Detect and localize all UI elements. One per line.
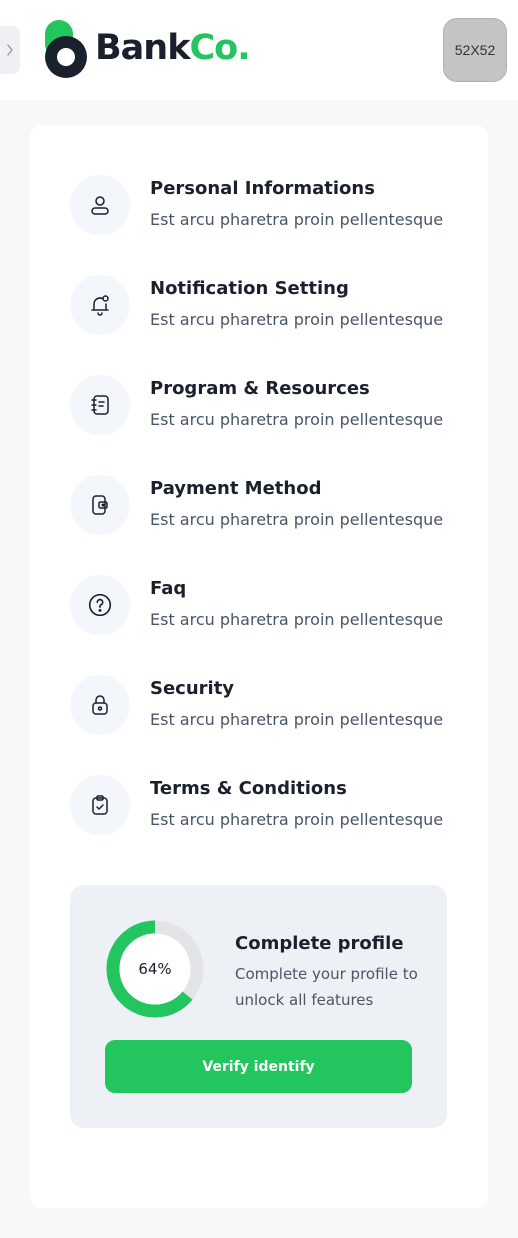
profile-title: Complete profile bbox=[235, 933, 404, 954]
menu-item-security[interactable]: Security Est arcu pharetra proin pellent… bbox=[70, 675, 470, 737]
menu-item-title: Notification Setting bbox=[150, 278, 349, 299]
profile-description: Complete your profile to unlock all feat… bbox=[235, 965, 418, 1009]
menu-item-description: Est arcu pharetra proin pellentesque bbox=[150, 310, 444, 329]
top-header: BankCo. 52X52 bbox=[0, 0, 518, 100]
menu-item-title: Faq bbox=[150, 578, 187, 599]
bell-icon bbox=[70, 275, 130, 335]
menu-item-title: Personal Informations bbox=[150, 178, 375, 199]
menu-item-title: Payment Method bbox=[150, 478, 322, 499]
profile-progress-label: 64% bbox=[138, 960, 172, 978]
bankco-logo[interactable]: BankCo. bbox=[45, 20, 251, 78]
menu-item-description: Est arcu pharetra proin pellentesque bbox=[150, 810, 444, 829]
avatar[interactable]: 52X52 bbox=[443, 18, 507, 82]
chevron-right-icon bbox=[7, 44, 13, 56]
logo-text-accent: Co. bbox=[189, 28, 251, 68]
notebook-icon bbox=[70, 375, 130, 435]
menu-item-personal-informations[interactable]: Personal Informations Est arcu pharetra … bbox=[70, 175, 470, 237]
clipboard-check-icon bbox=[70, 775, 130, 835]
menu-item-description: Est arcu pharetra proin pellentesque bbox=[150, 210, 444, 229]
logo-mark-icon bbox=[45, 20, 87, 78]
menu-item-description: Est arcu pharetra proin pellentesque bbox=[150, 710, 444, 729]
settings-card: Personal Informations Est arcu pharetra … bbox=[30, 125, 488, 1208]
menu-item-program-resources[interactable]: Program & Resources Est arcu pharetra pr… bbox=[70, 375, 470, 437]
menu-item-title: Program & Resources bbox=[150, 378, 370, 399]
menu-item-notification-setting[interactable]: Notification Setting Est arcu pharetra p… bbox=[70, 275, 470, 337]
menu-item-faq[interactable]: Faq Est arcu pharetra proin pellentesque bbox=[70, 575, 470, 637]
sidebar-toggle-button[interactable] bbox=[0, 26, 20, 74]
menu-item-description: Est arcu pharetra proin pellentesque bbox=[150, 510, 444, 529]
lock-icon bbox=[70, 675, 130, 735]
wallet-icon bbox=[70, 475, 130, 535]
logo-text: BankCo. bbox=[95, 28, 251, 68]
menu-item-title: Terms & Conditions bbox=[150, 778, 347, 799]
menu-item-payment-method[interactable]: Payment Method Est arcu pharetra proin p… bbox=[70, 475, 470, 537]
menu-item-terms-conditions[interactable]: Terms & Conditions Est arcu pharetra pro… bbox=[70, 775, 470, 837]
menu-item-description: Est arcu pharetra proin pellentesque bbox=[150, 610, 444, 629]
logo-text-main: Bank bbox=[95, 28, 190, 68]
question-icon bbox=[70, 575, 130, 635]
user-icon bbox=[70, 175, 130, 235]
complete-profile-panel: 64% Complete profile Complete your profi… bbox=[70, 885, 447, 1128]
menu-item-description: Est arcu pharetra proin pellentesque bbox=[150, 410, 444, 429]
verify-identify-button[interactable]: Verify identify bbox=[105, 1040, 412, 1093]
menu-item-title: Security bbox=[150, 678, 235, 699]
